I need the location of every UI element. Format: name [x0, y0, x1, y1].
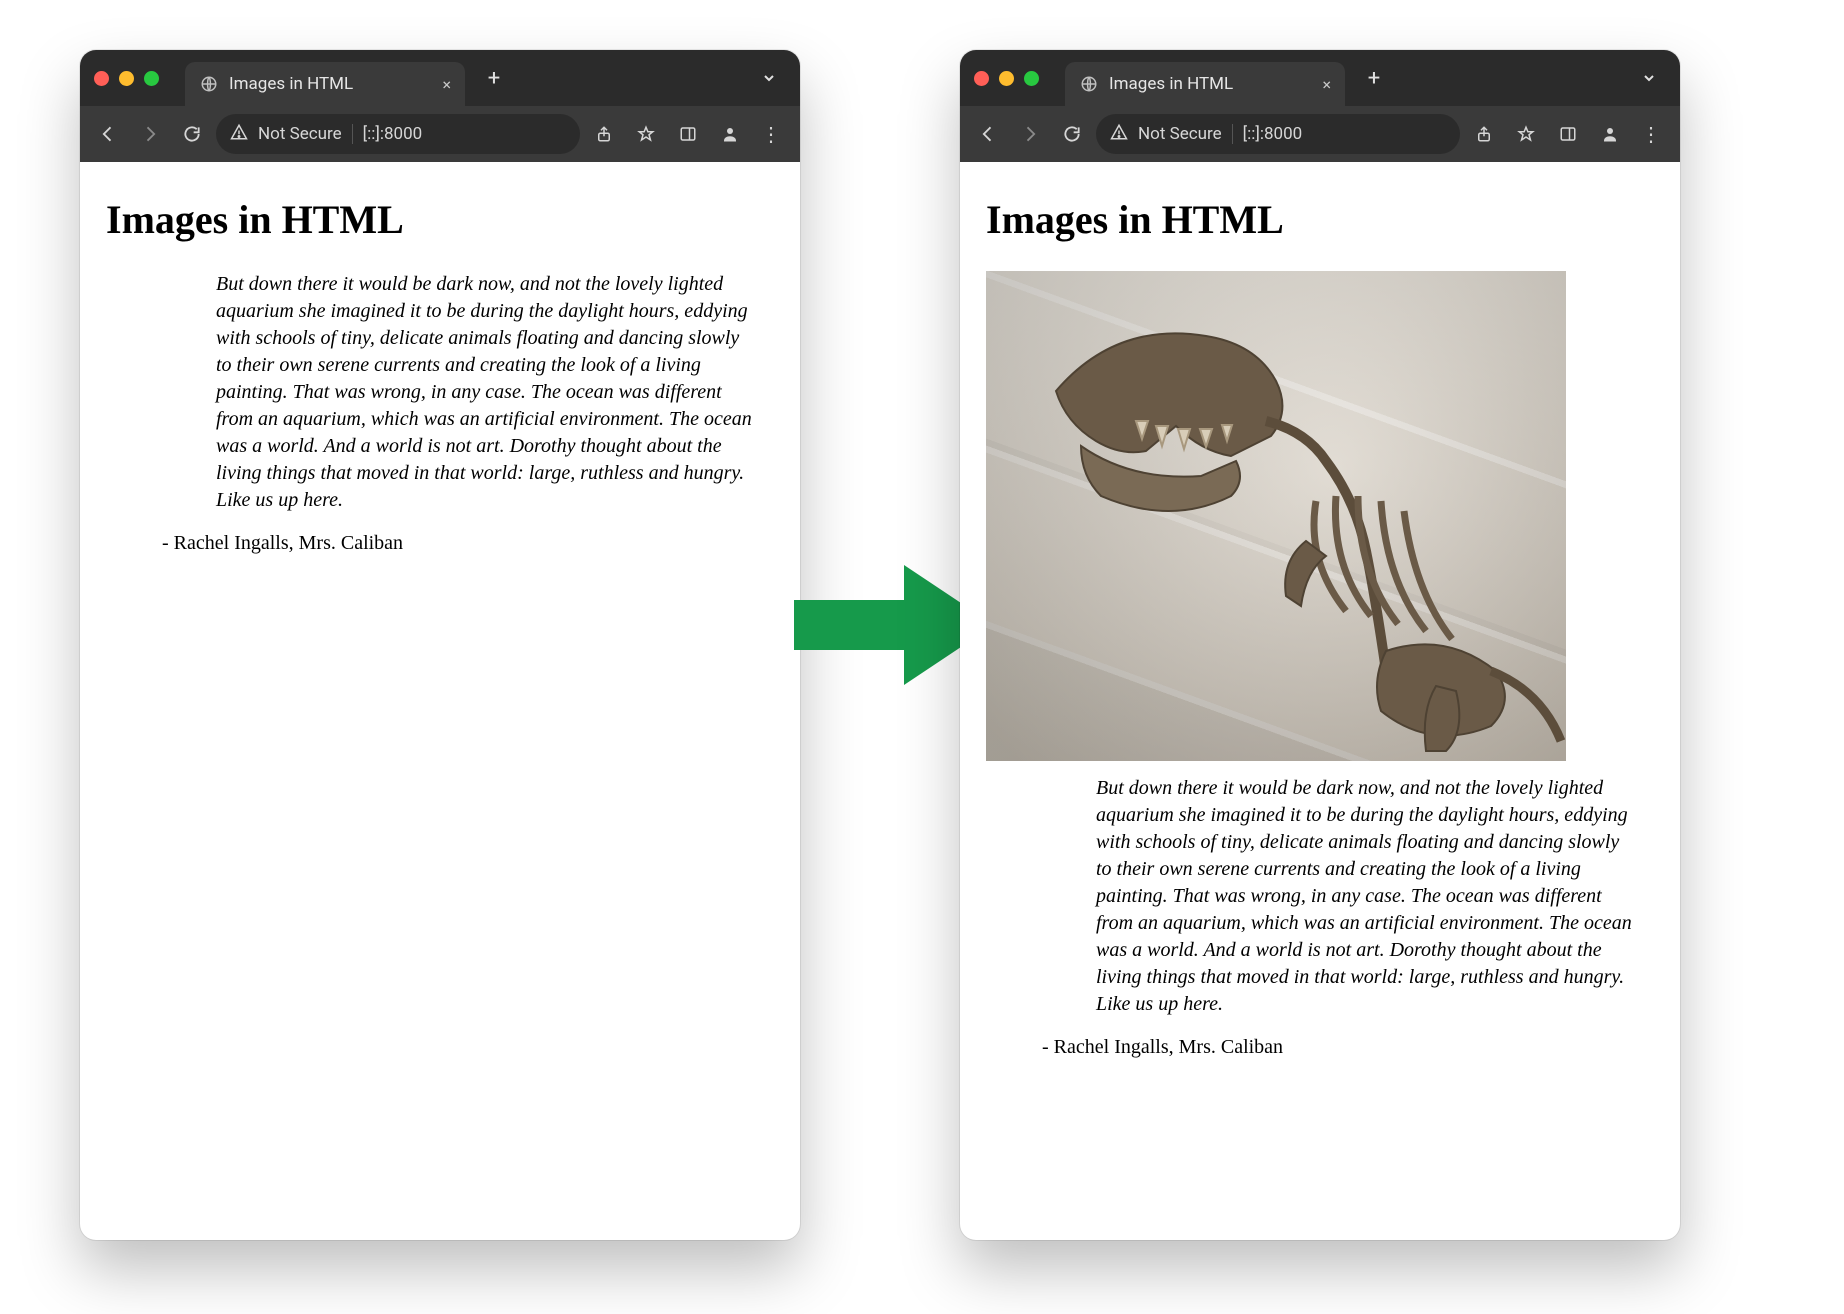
toolbar: Not Secure [::]:8000 ⋮ [80, 106, 800, 162]
window-close-button[interactable] [974, 71, 989, 86]
new-tab-button[interactable]: + [1357, 61, 1391, 95]
browser-window-after: Images in HTML × + Not Secure [::]:8000 [960, 50, 1680, 1240]
address-divider [1232, 124, 1233, 144]
tab-close-button[interactable]: × [442, 75, 451, 94]
quote-text: But down there it would be dark now, and… [216, 271, 756, 514]
globe-icon [1079, 74, 1099, 94]
profile-button[interactable] [1592, 116, 1628, 152]
reload-button[interactable] [1054, 116, 1090, 152]
quote-text: But down there it would be dark now, and… [1096, 775, 1636, 1018]
sidepanel-button[interactable] [1550, 116, 1586, 152]
titlebar: Images in HTML × + [80, 50, 800, 106]
not-secure-icon [1110, 123, 1128, 146]
url-text: [::]:8000 [363, 124, 423, 144]
dinosaur-skeleton-icon [986, 271, 1566, 761]
forward-button[interactable] [1012, 116, 1048, 152]
page-content: Images in HTML [960, 162, 1680, 1240]
traffic-lights [94, 71, 159, 86]
browser-menu-button[interactable]: ⋮ [754, 116, 790, 152]
tab-title: Images in HTML [229, 74, 432, 94]
tabs-menu-button[interactable] [1632, 61, 1666, 95]
forward-button[interactable] [132, 116, 168, 152]
security-label: Not Secure [258, 124, 342, 144]
globe-icon [199, 74, 219, 94]
window-minimize-button[interactable] [119, 71, 134, 86]
tab-close-button[interactable]: × [1322, 75, 1331, 94]
browser-tab[interactable]: Images in HTML × [1065, 62, 1345, 106]
bookmark-button[interactable] [1508, 116, 1544, 152]
back-button[interactable] [970, 116, 1006, 152]
window-close-button[interactable] [94, 71, 109, 86]
not-secure-icon [230, 123, 248, 146]
tabs-menu-button[interactable] [752, 61, 786, 95]
page-heading: Images in HTML [106, 196, 774, 243]
address-divider [352, 124, 353, 144]
toolbar: Not Secure [::]:8000 ⋮ [960, 106, 1680, 162]
dinosaur-image [986, 271, 1566, 761]
quote-attribution: - Rachel Ingalls, Mrs. Caliban [1042, 1036, 1654, 1059]
security-label: Not Secure [1138, 124, 1222, 144]
sidepanel-button[interactable] [670, 116, 706, 152]
window-zoom-button[interactable] [144, 71, 159, 86]
share-button[interactable] [1466, 116, 1502, 152]
address-bar[interactable]: Not Secure [::]:8000 [216, 114, 580, 154]
new-tab-button[interactable]: + [477, 61, 511, 95]
profile-button[interactable] [712, 116, 748, 152]
window-minimize-button[interactable] [999, 71, 1014, 86]
quote-attribution: - Rachel Ingalls, Mrs. Caliban [162, 532, 774, 555]
back-button[interactable] [90, 116, 126, 152]
titlebar: Images in HTML × + [960, 50, 1680, 106]
share-button[interactable] [586, 116, 622, 152]
bookmark-button[interactable] [628, 116, 664, 152]
browser-tab[interactable]: Images in HTML × [185, 62, 465, 106]
browser-menu-button[interactable]: ⋮ [1634, 116, 1670, 152]
window-zoom-button[interactable] [1024, 71, 1039, 86]
reload-button[interactable] [174, 116, 210, 152]
url-text: [::]:8000 [1243, 124, 1303, 144]
page-heading: Images in HTML [986, 196, 1654, 243]
traffic-lights [974, 71, 1039, 86]
tab-title: Images in HTML [1109, 74, 1312, 94]
browser-window-before: Images in HTML × + Not Secure [::]:8000 [80, 50, 800, 1240]
page-content: Images in HTML But down there it would b… [80, 162, 800, 1240]
address-bar[interactable]: Not Secure [::]:8000 [1096, 114, 1460, 154]
